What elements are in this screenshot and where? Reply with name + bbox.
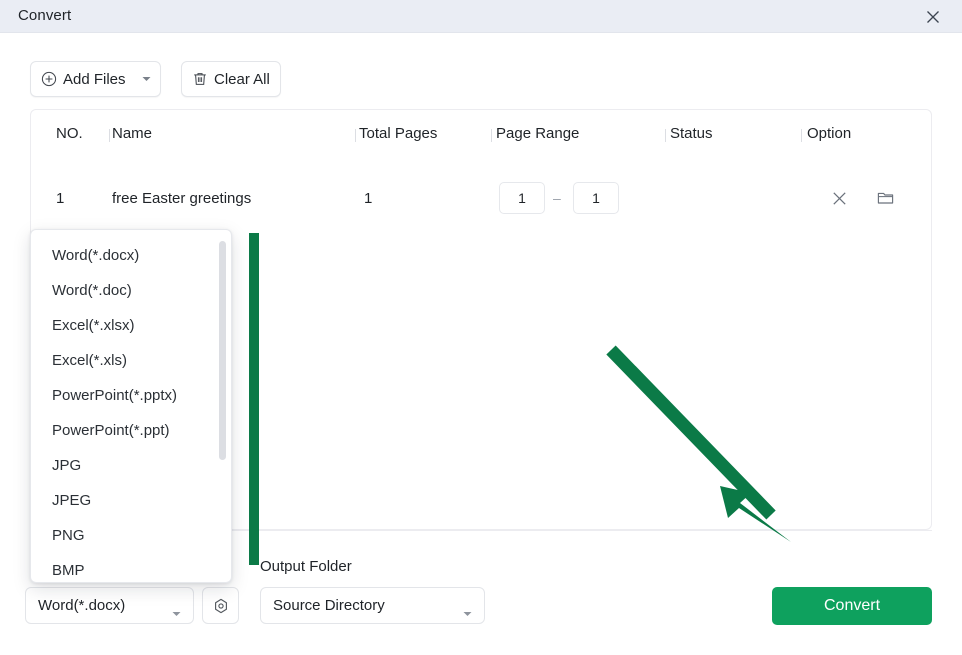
add-files-label: Add Files xyxy=(63,70,126,88)
open-folder-button[interactable] xyxy=(873,186,897,210)
column-divider xyxy=(109,129,110,142)
output-format-dropdown-menu: Word(*.docx) Word(*.doc) Excel(*.xlsx) E… xyxy=(30,229,232,583)
clear-all-label: Clear All xyxy=(213,70,270,88)
file-table-header: NO. Name Total Pages Page Range Status O… xyxy=(31,110,931,160)
column-header-page-range: Page Range xyxy=(496,125,580,142)
vertical-highlight-bar xyxy=(249,233,259,565)
hex-gear-icon xyxy=(214,598,227,613)
convert-button[interactable]: Convert xyxy=(772,587,932,625)
dropdown-option-bmp[interactable]: BMP xyxy=(31,553,231,582)
format-settings-button[interactable] xyxy=(202,587,239,624)
close-icon xyxy=(832,191,846,205)
column-header-total-pages: Total Pages xyxy=(359,125,438,142)
row-file-name: free Easter greetings xyxy=(112,190,252,207)
column-header-status: Status xyxy=(670,125,713,142)
window-title-bar: Convert xyxy=(0,0,962,33)
plus-circle-icon xyxy=(41,71,57,87)
dropdown-option-powerpoint-pptx[interactable]: PowerPoint(*.pptx) xyxy=(31,378,231,413)
clear-all-button[interactable]: Clear All xyxy=(180,61,281,97)
row-index: 1 xyxy=(56,190,65,207)
page-range-from-input[interactable] xyxy=(499,182,545,214)
convert-window: Convert Add Files Clear All NO. Name Tot… xyxy=(0,0,962,655)
row-total-pages: 1 xyxy=(364,190,373,207)
dropdown-option-png[interactable]: PNG xyxy=(31,518,231,553)
dropdown-option-excel-xls[interactable]: Excel(*.xls) xyxy=(31,343,231,378)
column-divider xyxy=(491,129,492,142)
add-files-button[interactable]: Add Files xyxy=(30,61,161,97)
trash-icon xyxy=(192,71,208,87)
close-window-button[interactable] xyxy=(910,2,956,32)
table-row[interactable]: 1 free Easter greetings 1 – xyxy=(31,160,931,236)
output-format-select[interactable]: Word(*.docx) xyxy=(25,587,194,624)
page-title: Convert xyxy=(18,7,72,24)
chevron-down-icon xyxy=(463,604,472,622)
output-folder-select[interactable]: Source Directory xyxy=(260,587,485,624)
chevron-down-icon[interactable] xyxy=(140,76,154,82)
dropdown-option-word-docx[interactable]: Word(*.docx) xyxy=(31,238,231,273)
column-divider xyxy=(665,129,666,142)
column-header-option: Option xyxy=(807,125,852,142)
column-divider xyxy=(801,129,802,142)
page-range-separator: – xyxy=(553,190,561,206)
folder-icon xyxy=(877,192,893,204)
column-divider xyxy=(355,129,356,142)
dropdown-scrollbar-thumb[interactable] xyxy=(219,241,226,460)
output-format-value: Word(*.docx) xyxy=(38,597,126,614)
remove-file-button[interactable] xyxy=(827,186,851,210)
dropdown-option-jpeg[interactable]: JPEG xyxy=(31,483,231,518)
dropdown-options-list: Word(*.docx) Word(*.doc) Excel(*.xlsx) E… xyxy=(31,238,231,582)
dropdown-option-powerpoint-ppt[interactable]: PowerPoint(*.ppt) xyxy=(31,413,231,448)
page-range-to-input[interactable] xyxy=(573,182,619,214)
column-header-name: Name xyxy=(112,125,153,142)
chevron-down-icon xyxy=(172,604,181,622)
toolbar: Add Files Clear All xyxy=(30,61,281,97)
column-header-no: NO. xyxy=(56,125,83,142)
dropdown-option-word-doc[interactable]: Word(*.doc) xyxy=(31,273,231,308)
close-icon xyxy=(927,11,939,23)
output-folder-label: Output Folder xyxy=(260,558,352,575)
dropdown-option-excel-xlsx[interactable]: Excel(*.xlsx) xyxy=(31,308,231,343)
dropdown-option-jpg[interactable]: JPG xyxy=(31,448,231,483)
output-folder-value: Source Directory xyxy=(273,597,385,614)
